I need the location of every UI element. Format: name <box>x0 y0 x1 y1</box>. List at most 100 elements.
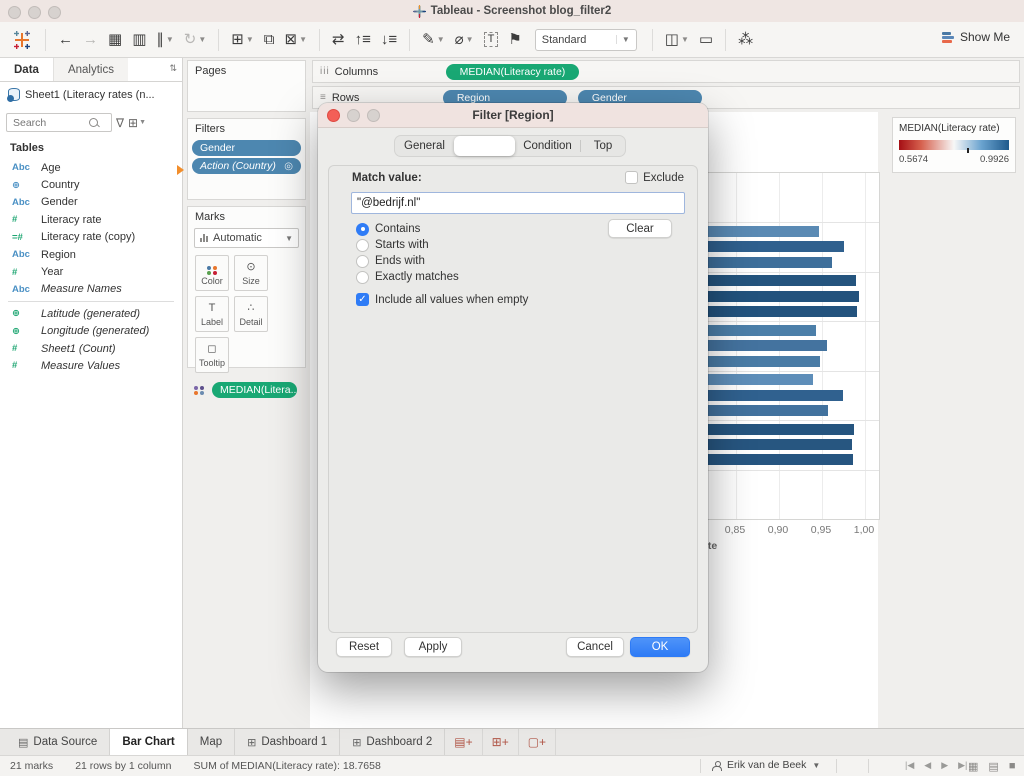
field-item-latitude-generated-[interactable]: ⊕ Latitude (generated) <box>0 305 182 322</box>
field-item-gender[interactable]: Abc Gender <box>0 194 182 211</box>
pin-icon[interactable]: ⚑ <box>503 28 526 52</box>
show-mark-labels-icon[interactable]: ◫ ▼ <box>660 28 694 52</box>
format-icon[interactable]: ⌀ ▼ <box>450 28 479 52</box>
new-dashboard-tab-button[interactable]: ⊞+ <box>483 729 519 755</box>
ok-button[interactable]: OK <box>630 637 690 657</box>
new-story-tab-button[interactable]: ▢+ <box>519 729 557 755</box>
previous-sheet-icon[interactable]: ◀ <box>924 760 931 771</box>
sort-descending-icon[interactable]: ↓≡ <box>376 28 402 52</box>
color-button[interactable]: Color <box>195 255 229 291</box>
match-value-input[interactable] <box>351 192 685 214</box>
field-item-age[interactable]: Abc Age <box>0 159 182 176</box>
radio-starts-with[interactable]: Starts with <box>356 237 459 253</box>
new-data-source-icon[interactable]: ▥ <box>127 28 151 52</box>
tab-data[interactable]: Data <box>0 58 53 81</box>
share-icon[interactable]: ⁂ <box>733 28 758 52</box>
dialog-tab-wildcard[interactable] <box>454 136 515 156</box>
swap-panes-icon[interactable]: ⇅ <box>169 63 177 74</box>
dialog-tab-general[interactable]: General <box>395 136 454 156</box>
dialog-titlebar[interactable]: Filter [Region] <box>318 103 708 128</box>
fit-select[interactable]: Standard ▼ <box>534 28 637 51</box>
cancel-button[interactable]: Cancel <box>566 637 624 657</box>
mark-type-select[interactable]: Automatic ▼ <box>194 228 299 248</box>
full-view-icon[interactable]: ■ <box>1009 760 1016 773</box>
field-item-sheet1-count-[interactable]: # Sheet1 (Count) <box>0 340 182 357</box>
pause-auto-updates-icon[interactable]: ∥ ▼ <box>151 28 178 52</box>
show-me-button[interactable]: Show Me <box>941 30 1010 44</box>
sheet-tab-dashboard-2[interactable]: ⊞ Dashboard 2 <box>340 729 446 755</box>
include-all-values-checkbox[interactable]: ✓ Include all values when empty <box>356 293 528 306</box>
chevron-down-icon: ▼ <box>245 35 254 44</box>
presentation-mode-icon[interactable]: ▭ <box>694 28 718 52</box>
undo-icon[interactable]: ← <box>53 28 78 52</box>
text-annotation-icon[interactable]: T <box>479 28 504 52</box>
dialog-minimize-button[interactable] <box>347 109 360 122</box>
reset-button[interactable]: Reset <box>336 637 392 657</box>
field-item-measure-values[interactable]: # Measure Values <box>0 357 182 374</box>
marks-pill-median-literacy[interactable]: MEDIAN(Litera.. <box>212 382 297 398</box>
sheet-tab-data-source[interactable]: ▤ Data Source <box>6 729 111 755</box>
tooltip-icon: ◻ <box>207 342 217 355</box>
filter-fields-button[interactable]: ∇ <box>116 116 124 130</box>
size-button[interactable]: ⊙ Size <box>234 255 268 291</box>
new-worksheet-tab-button[interactable]: ▤+ <box>445 729 483 755</box>
clear-button[interactable]: Clear <box>608 219 672 238</box>
filter-pill-gender[interactable]: Gender <box>192 140 301 156</box>
field-item-year[interactable]: # Year <box>0 263 182 280</box>
apply-button[interactable]: Apply <box>404 637 462 657</box>
field-item-longitude-generated-[interactable]: ⊕ Longitude (generated) <box>0 323 182 340</box>
user-icon <box>712 760 722 771</box>
checkbox-checked-icon: ✓ <box>356 293 369 306</box>
swap-rows-columns-icon[interactable]: ⇄ <box>327 28 350 52</box>
dialog-tab-condition[interactable]: Condition <box>515 136 580 156</box>
tooltip-button[interactable]: ◻ Tooltip <box>195 337 229 373</box>
highlight-icon[interactable]: ✎ ▼ <box>417 28 450 52</box>
sheet-tab-map[interactable]: Map <box>188 729 236 755</box>
exclude-checkbox[interactable]: Exclude <box>625 171 684 184</box>
cards-column: Pages Filters Gender Action (Country) ◎ Ma… <box>184 58 310 728</box>
tableau-logo-icon <box>412 4 426 18</box>
pages-card[interactable]: Pages <box>187 60 306 112</box>
view-options-button[interactable]: ⊞ ▼ <box>128 116 146 130</box>
filmstrip-view-icon[interactable]: ▤ <box>988 760 998 773</box>
search-input[interactable] <box>11 115 89 130</box>
save-icon[interactable]: ▦ <box>103 28 127 52</box>
sheet-tab-dashboard-1[interactable]: ⊞ Dashboard 1 <box>235 729 341 755</box>
dialog-tab-top[interactable]: Top <box>581 136 625 156</box>
shelf-pill-median-literacy-rate-[interactable]: MEDIAN(Literacy rate) <box>445 63 580 80</box>
field-item-region[interactable]: Abc Region <box>0 246 182 263</box>
marks-card[interactable]: Marks Automatic ▼ Color ⊙ Size T Label ∴ Detai… <box>187 206 306 398</box>
new-worksheet-icon[interactable]: ⊞ ▼ <box>226 28 259 52</box>
user-menu[interactable]: Erik van de Beek ▼ <box>712 759 820 771</box>
color-legend[interactable]: MEDIAN(Literacy rate) 0.5674 0.9926 <box>892 117 1016 173</box>
pane-drop-indicator-icon <box>177 165 184 175</box>
data-source-connection[interactable]: Sheet1 (Literacy rates (n... <box>7 88 155 102</box>
fit-select-value: Standard <box>541 33 587 46</box>
dialog-close-button[interactable] <box>327 109 340 122</box>
field-item-measure-names[interactable]: Abc Measure Names <box>0 281 182 298</box>
detail-button[interactable]: ∴ Detail <box>234 296 268 332</box>
field-item-literacy-rate[interactable]: # Literacy rate <box>0 211 182 228</box>
first-sheet-icon[interactable]: |◀ <box>905 760 914 771</box>
dialog-zoom-button[interactable] <box>367 109 380 122</box>
tableau-home-button[interactable] <box>10 28 34 52</box>
sheet-tab-bar-chart[interactable]: Bar Chart <box>110 729 188 755</box>
next-sheet-icon[interactable]: ▶ <box>941 760 948 771</box>
duplicate-icon[interactable]: ⧉ <box>259 28 280 52</box>
radio-contains[interactable]: Contains <box>356 221 459 237</box>
label-button[interactable]: T Label <box>195 296 229 332</box>
tile-view-icon[interactable]: ▦ <box>968 760 978 773</box>
sort-ascending-icon[interactable]: ↑≡ <box>350 28 376 52</box>
filter-pill-action-country-[interactable]: Action (Country) ◎ <box>192 158 301 174</box>
columns-shelf[interactable]: iii Columns MEDIAN(Literacy rate) <box>312 60 1020 83</box>
last-sheet-icon[interactable]: ▶| <box>958 760 967 771</box>
checkbox-icon <box>625 171 639 184</box>
clear-sheet-icon[interactable]: ⊠ ▼ <box>280 28 313 52</box>
field-item-country[interactable]: ⊕ Country <box>0 176 182 193</box>
tab-analytics[interactable]: Analytics <box>52 58 128 81</box>
field-item-literacy-rate-copy-[interactable]: =# Literacy rate (copy) <box>0 229 182 246</box>
filters-card[interactable]: Filters Gender Action (Country) ◎ <box>187 118 306 200</box>
abc-field-icon: Abc <box>12 283 30 295</box>
radio-exactly-matches[interactable]: Exactly matches <box>356 269 459 285</box>
radio-ends-with[interactable]: Ends with <box>356 253 459 269</box>
